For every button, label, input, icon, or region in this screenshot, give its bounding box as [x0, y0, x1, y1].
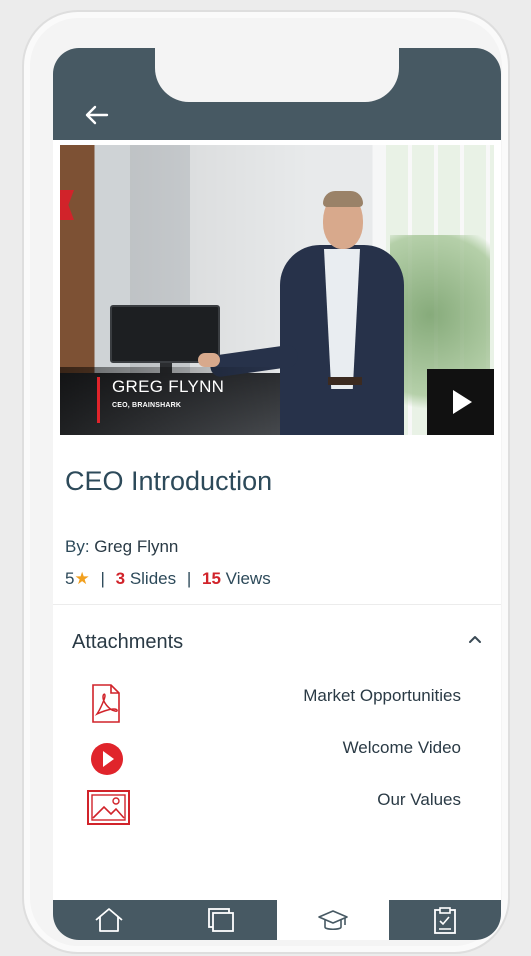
attachment-label: Our Values: [377, 790, 461, 809]
presenter-lower-third: GREG FLYNN CEO, BRAINSHARK: [60, 367, 280, 435]
clipboard-icon: [434, 907, 456, 934]
views-label: Views: [225, 569, 271, 588]
brand-logo-fragment: [60, 190, 74, 220]
attachment-label: Market Opportunities: [303, 686, 461, 705]
attachment-item[interactable]: Market Opportunities: [53, 684, 501, 726]
author-label: By:: [65, 537, 90, 556]
play-circle-icon: [87, 736, 133, 776]
slides-count: 3: [115, 569, 126, 588]
video-player[interactable]: GREG FLYNN CEO, BRAINSHARK: [60, 145, 494, 435]
play-button[interactable]: [427, 369, 494, 435]
back-button[interactable]: [83, 103, 111, 127]
pdf-icon: [87, 684, 133, 724]
chevron-up-icon: [469, 636, 481, 643]
nav-item-home[interactable]: [53, 900, 165, 940]
author-name: Greg Flynn: [94, 537, 179, 556]
star-icon: ★: [74, 569, 90, 588]
play-icon: [453, 390, 472, 414]
nav-item-windows[interactable]: [165, 900, 277, 940]
author-line: By: Greg Flynn: [65, 537, 178, 557]
presentation-title: CEO Introduction: [65, 466, 273, 496]
graduation-cap-icon: [318, 910, 348, 931]
nav-item-learning[interactable]: [277, 900, 389, 940]
image-icon: [87, 788, 133, 828]
app-screen: GREG FLYNN CEO, BRAINSHARK CEO Introduct…: [53, 48, 501, 940]
nav-item-tasks[interactable]: [389, 900, 501, 940]
windows-icon: [208, 908, 234, 932]
section-divider: [53, 604, 501, 605]
phone-notch: [155, 48, 399, 102]
attachment-item[interactable]: Our Values: [53, 788, 501, 830]
views-count: 15: [202, 569, 221, 588]
bottom-navigation: [53, 900, 501, 940]
attachments-header: Attachments: [72, 631, 184, 653]
home-icon: [95, 908, 123, 932]
arrow-left-icon: [85, 105, 109, 125]
presenter-name: GREG FLYNN: [112, 377, 225, 396]
attachment-item[interactable]: Welcome Video: [53, 736, 501, 778]
collapse-attachments-button[interactable]: [463, 628, 487, 652]
slides-label: Slides: [129, 569, 177, 588]
attachment-label: Welcome Video: [342, 738, 461, 757]
presenter-role: CEO, BRAINSHARK: [112, 402, 182, 409]
presentation-stats: 5★ | 3 Slides | 15 Views: [65, 569, 271, 588]
